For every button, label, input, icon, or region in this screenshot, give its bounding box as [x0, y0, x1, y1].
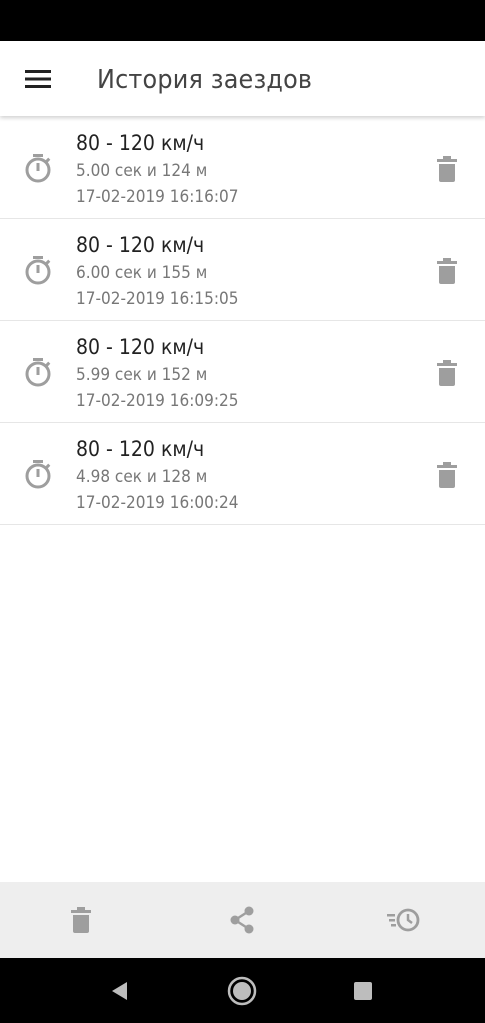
- list-item[interactable]: 80 - 120 км/ч 4.98 сек и 128 м 17-02-201…: [0, 423, 485, 525]
- recents-square-icon: [354, 982, 372, 1000]
- nav-recents-button[interactable]: [346, 974, 380, 1008]
- delete-run-button[interactable]: [430, 153, 464, 185]
- trash-icon: [437, 156, 457, 182]
- nav-home-button[interactable]: [225, 974, 259, 1008]
- trash-icon: [437, 258, 457, 284]
- delete-all-button[interactable]: [61, 902, 101, 938]
- run-result: 5.00 сек и 124 м: [76, 161, 208, 181]
- app-bar: История заездов: [0, 41, 485, 116]
- stopwatch-icon: [25, 460, 51, 489]
- run-result: 4.98 сек и 128 м: [76, 467, 208, 487]
- trash-icon: [437, 360, 457, 386]
- run-title: 80 - 120 км/ч: [76, 335, 205, 359]
- hamburger-menu-icon: [25, 70, 51, 88]
- run-date: 17-02-2019 16:09:25: [76, 391, 239, 411]
- delete-run-button[interactable]: [430, 459, 464, 491]
- bottom-toolbar: [0, 882, 485, 958]
- delete-run-button[interactable]: [430, 255, 464, 287]
- run-title: 80 - 120 км/ч: [76, 437, 205, 461]
- run-result: 6.00 сек и 155 м: [76, 263, 208, 283]
- share-button[interactable]: [222, 902, 262, 938]
- stopwatch-icon: [25, 256, 51, 285]
- menu-button[interactable]: [18, 61, 58, 97]
- list-item[interactable]: 80 - 120 км/ч 5.99 сек и 152 м 17-02-201…: [0, 321, 485, 423]
- list-item[interactable]: 80 - 120 км/ч 6.00 сек и 155 м 17-02-201…: [0, 219, 485, 321]
- run-date: 17-02-2019 16:00:24: [76, 493, 239, 513]
- trash-icon: [437, 462, 457, 488]
- run-date: 17-02-2019 16:15:05: [76, 289, 239, 309]
- stopwatch-icon: [25, 154, 51, 183]
- system-nav-bar: [0, 958, 485, 1023]
- share-icon: [230, 906, 254, 934]
- status-bar: [0, 0, 485, 41]
- run-date: 17-02-2019 16:16:07: [76, 187, 239, 207]
- trash-icon: [71, 907, 91, 933]
- nav-back-button[interactable]: [103, 974, 137, 1008]
- page-title: История заездов: [97, 65, 313, 95]
- list-item[interactable]: 80 - 120 км/ч 5.00 сек и 124 м 17-02-201…: [0, 117, 485, 219]
- back-triangle-icon: [112, 982, 127, 1000]
- history-button[interactable]: [384, 902, 424, 938]
- home-circle-icon: [227, 976, 257, 1006]
- run-result: 5.99 сек и 152 м: [76, 365, 208, 385]
- run-title: 80 - 120 км/ч: [76, 131, 205, 155]
- delete-run-button[interactable]: [430, 357, 464, 389]
- run-title: 80 - 120 км/ч: [76, 233, 205, 257]
- history-icon: [387, 908, 420, 932]
- stopwatch-icon: [25, 358, 51, 387]
- runs-list: 80 - 120 км/ч 5.00 сек и 124 м 17-02-201…: [0, 117, 485, 525]
